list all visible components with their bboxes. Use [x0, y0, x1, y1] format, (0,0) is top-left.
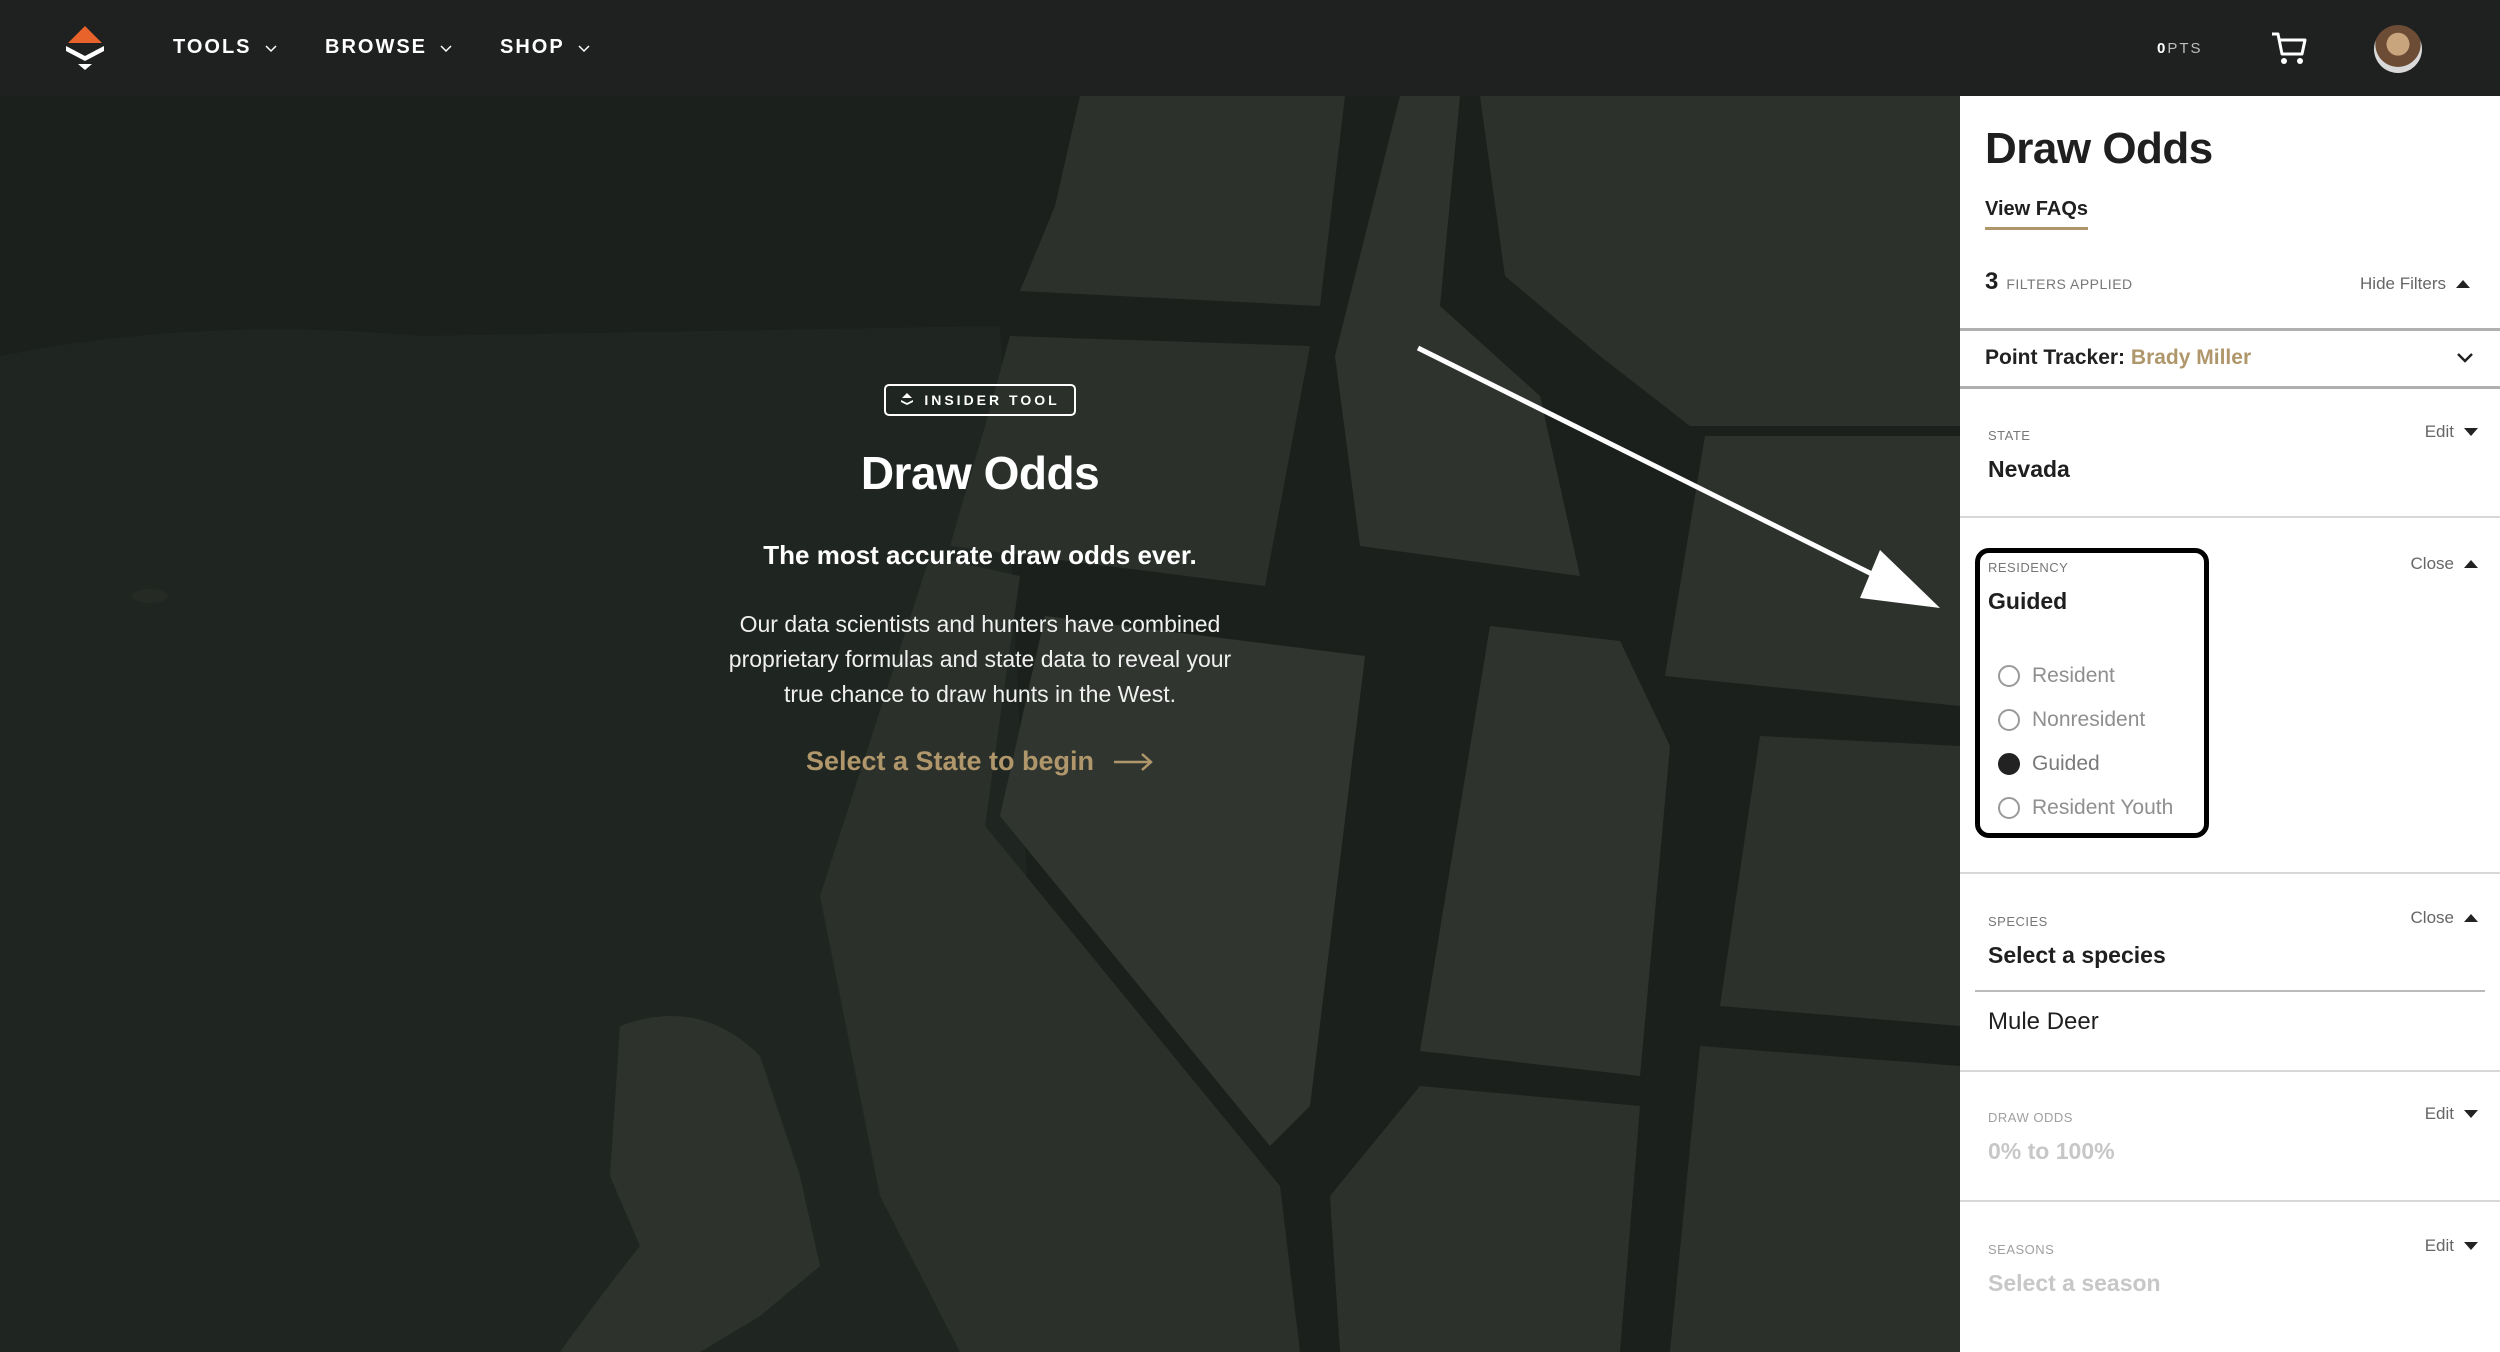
divider	[1960, 386, 2500, 389]
arrow-right-icon	[1114, 752, 1153, 771]
hero-tagline: The most accurate draw odds ever.	[763, 540, 1197, 570]
species-label: SPECIES	[1988, 914, 2048, 929]
draw-odds-label: DRAW ODDS	[1988, 1110, 2073, 1125]
points-unit: PTS	[2167, 40, 2203, 57]
radio-label: Resident	[2032, 664, 2115, 687]
hide-filters-button[interactable]: Hide Filters	[2360, 274, 2470, 294]
draw-odds-value[interactable]: 0% to 100%	[1988, 1138, 2115, 1165]
state-label: STATE	[1988, 428, 2031, 443]
select-state-cta[interactable]: Select a State to begin	[806, 746, 1154, 777]
nav-browse[interactable]: BROWSE	[325, 36, 453, 59]
species-close-button[interactable]: Close	[2411, 908, 2478, 928]
brand-mark-icon	[901, 393, 914, 405]
state-edit-label: Edit	[2424, 422, 2454, 441]
caret-down-icon	[2464, 1110, 2478, 1118]
hide-filters-label: Hide Filters	[2360, 274, 2446, 293]
point-tracker-label: Point Tracker:	[1985, 346, 2126, 369]
insider-tool-badge: INSIDER TOOL	[884, 384, 1076, 416]
residency-option-nonresident[interactable]: Nonresident	[1998, 708, 2145, 732]
panel-title: Draw Odds	[1985, 124, 2213, 173]
divider	[1960, 516, 2500, 518]
radio-button[interactable]	[1998, 665, 2020, 687]
caret-up-icon	[2464, 560, 2478, 568]
hero-description: Our data scientists and hunters have com…	[728, 611, 1232, 707]
nav-shop[interactable]: SHOP	[500, 36, 591, 59]
radio-label: Resident Youth	[2032, 796, 2174, 819]
radio-button[interactable]	[1998, 709, 2020, 731]
chevron-down-icon[interactable]	[2455, 348, 2475, 368]
divider	[1960, 1070, 2500, 1072]
map-state-colorado	[1720, 736, 1960, 1026]
residency-label: RESIDENCY	[1988, 560, 2069, 575]
map-state-new-mexico	[1670, 1046, 1960, 1352]
points-indicator[interactable]: 0PTS	[2157, 40, 2203, 57]
residency-close-label: Close	[2410, 554, 2454, 573]
brand-logo-icon[interactable]	[62, 26, 108, 72]
radio-button-selected[interactable]	[1998, 753, 2020, 775]
hero-section: INSIDER TOOL Draw Odds The most accurate…	[620, 384, 1340, 777]
divider	[1975, 990, 2485, 992]
chevron-down-icon	[265, 44, 277, 52]
caret-down-icon	[2464, 1242, 2478, 1250]
seasons-edit-button[interactable]: Edit	[2425, 1236, 2478, 1256]
top-nav: TOOLS BROWSE SHOP 0PTS	[0, 0, 2500, 96]
chevron-down-icon	[440, 44, 452, 52]
select-state-cta-label: Select a State to begin	[805, 746, 1095, 776]
point-tracker-name: Brady Miller	[2130, 346, 2252, 369]
points-count: 0	[2157, 40, 2168, 57]
radio-label: Guided	[2032, 752, 2100, 775]
draw-odds-edit-label: Edit	[2424, 1104, 2454, 1123]
divider	[1960, 328, 2500, 331]
divider	[1960, 872, 2500, 874]
residency-option-resident[interactable]: Resident	[1998, 664, 2115, 688]
nav-shop-label: SHOP	[500, 36, 565, 58]
filters-label: FILTERS APPLIED	[2006, 276, 2133, 292]
seasons-value[interactable]: Select a season	[1988, 1270, 2161, 1297]
residency-option-guided[interactable]: Guided	[1998, 752, 2100, 776]
residency-option-resident-youth[interactable]: Resident Youth	[1998, 796, 2173, 820]
chevron-down-icon	[578, 44, 590, 52]
residency-close-button[interactable]: Close	[2411, 554, 2478, 574]
species-select[interactable]: Select a species	[1988, 942, 2166, 969]
state-edit-button[interactable]: Edit	[2425, 422, 2478, 442]
hero-title: Draw Odds	[860, 447, 1100, 499]
seasons-edit-label: Edit	[2424, 1236, 2454, 1255]
species-option-mule-deer[interactable]: Mule Deer	[1988, 1008, 2099, 1036]
divider	[1960, 1200, 2500, 1202]
radio-button[interactable]	[1998, 797, 2020, 819]
caret-down-icon	[2464, 428, 2478, 436]
nav-browse-label: BROWSE	[325, 36, 427, 58]
caret-up-icon	[2464, 914, 2478, 922]
species-close-label: Close	[2410, 908, 2454, 927]
nav-tools[interactable]: TOOLS	[173, 36, 278, 59]
filters-applied: 3 FILTERS APPLIED	[1985, 268, 2133, 296]
user-avatar[interactable]	[2374, 25, 2422, 73]
residency-value[interactable]: Guided	[1988, 588, 2067, 615]
point-tracker-select[interactable]: Point Tracker: Brady Miller	[1985, 346, 2251, 370]
caret-up-icon	[2456, 280, 2470, 288]
draw-odds-edit-button[interactable]: Edit	[2425, 1104, 2478, 1124]
radio-label: Nonresident	[2032, 708, 2146, 731]
draw-odds-filter-panel: Draw Odds View FAQs 3 FILTERS APPLIED Hi…	[1960, 96, 2500, 1352]
seasons-label: SEASONS	[1988, 1242, 2055, 1257]
state-value[interactable]: Nevada	[1988, 456, 2070, 483]
nav-tools-label: TOOLS	[173, 36, 252, 58]
insider-tool-label: INSIDER TOOL	[924, 392, 1060, 408]
cart-icon[interactable]	[2270, 30, 2308, 66]
filters-count: 3	[1985, 268, 1999, 295]
view-faqs-link[interactable]: View FAQs	[1985, 198, 2089, 230]
annotation-arrow-icon	[1416, 345, 1940, 608]
